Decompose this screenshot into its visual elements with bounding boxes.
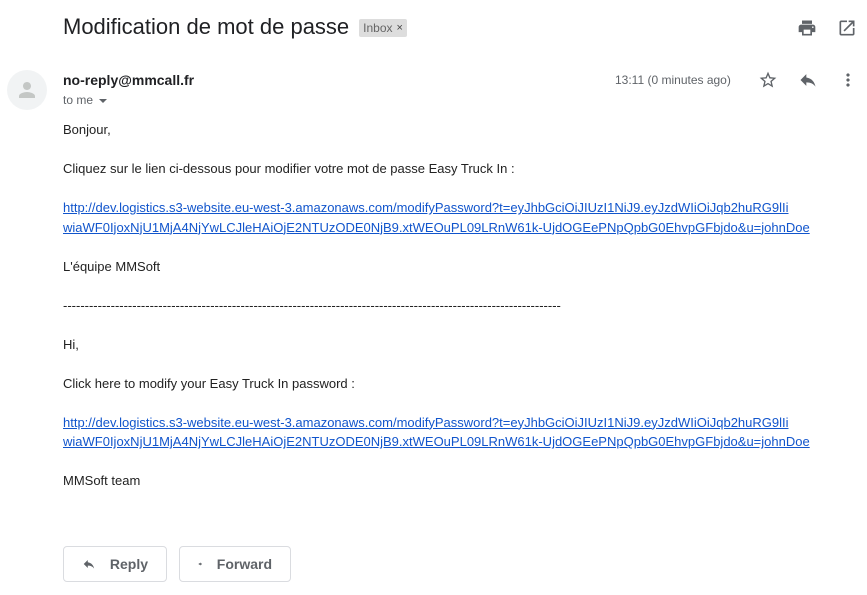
remove-label-icon[interactable]: × — [397, 22, 403, 34]
forward-button-label: Forward — [216, 556, 272, 572]
person-icon — [19, 82, 35, 98]
reset-link-en-line1[interactable]: http://dev.logistics.s3-website.eu-west-… — [63, 415, 789, 430]
thread-actions — [795, 16, 859, 40]
reset-link-fr-line2[interactable]: wiaWF0IjoxNjU1MjA4NjYwLCJleHAiOjE2NTUzOD… — [63, 220, 810, 235]
reset-link-fr-line1[interactable]: http://dev.logistics.s3-website.eu-west-… — [63, 200, 789, 215]
reply-icon — [83, 559, 95, 569]
more-vertical-icon[interactable] — [836, 68, 860, 92]
inbox-label[interactable]: Inbox × — [359, 19, 407, 37]
recipient-details[interactable]: to me — [63, 93, 108, 107]
sender-avatar — [7, 70, 47, 110]
reply-button[interactable]: Reply — [63, 546, 167, 582]
email-subject: Modification de mot de passe — [63, 14, 350, 39]
forward-button[interactable]: Forward — [179, 546, 291, 582]
greeting-fr: Bonjour, — [63, 122, 111, 137]
message-timestamp: 13:11 (0 minutes ago) — [615, 73, 731, 87]
inbox-label-text: Inbox — [363, 21, 393, 35]
star-icon[interactable] — [756, 68, 780, 92]
reply-button-label: Reply — [109, 556, 148, 572]
signature-fr: L'équipe MMSoft — [63, 258, 161, 274]
message-actions — [756, 68, 860, 92]
reset-link-fr[interactable]: http://dev.logistics.s3-website.eu-west-… — [63, 198, 853, 237]
instruction-en: Click here to modify your Easy Truck In … — [63, 375, 355, 391]
instruction-fr: Cliquez sur le lien ci-dessous pour modi… — [63, 161, 515, 176]
greeting-en: Hi, — [63, 336, 79, 352]
sender-address[interactable]: no-reply@mmcall.fr — [63, 72, 194, 88]
separator-line: ----------------------------------------… — [63, 297, 561, 313]
reset-link-en[interactable]: http://dev.logistics.s3-website.eu-west-… — [63, 413, 853, 452]
open-in-new-window-icon[interactable] — [835, 16, 859, 40]
signature-en: MMSoft team — [63, 473, 141, 488]
forward-icon — [198, 562, 202, 566]
recipient-text: to me — [63, 93, 94, 107]
email-view: Modification de mot de passe Inbox × no-… — [0, 0, 867, 595]
reset-link-en-line2[interactable]: wiaWF0IjoxNjU1MjA4NjYwLCJleHAiOjE2NTUzOD… — [63, 434, 810, 449]
chevron-down-icon — [99, 98, 108, 103]
print-icon[interactable] — [795, 16, 819, 40]
subject-header: Modification de mot de passe Inbox × — [63, 14, 407, 40]
message-body: Bonjour, Cliquez sur le lien ci-dessous … — [63, 120, 853, 491]
reply-icon[interactable] — [796, 68, 820, 92]
